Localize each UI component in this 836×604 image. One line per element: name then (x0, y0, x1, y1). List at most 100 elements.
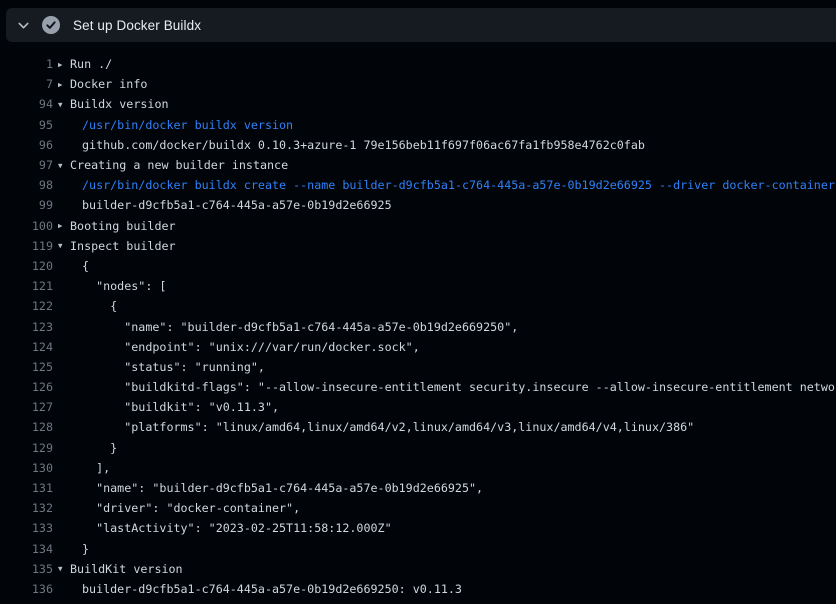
log-line-content: /usr/bin/docker buildx create --name bui… (58, 178, 836, 192)
log-group-toggle[interactable]: 94 ▼Buildx version (0, 94, 836, 114)
line-number[interactable]: 129 (0, 441, 53, 455)
log-line: 128 "platforms": "linux/amd64,linux/amd6… (0, 417, 836, 437)
log-line-content: /usr/bin/docker buildx version (58, 118, 836, 132)
line-number[interactable]: 1 (0, 57, 53, 71)
output-text: builder-d9cfb5a1-c764-445a-a57e-0b19d2e6… (82, 582, 462, 596)
output-text: "status": "running", (82, 360, 265, 374)
line-number[interactable]: 127 (0, 400, 53, 414)
log-line-content: } (58, 542, 836, 556)
line-number[interactable]: 126 (0, 380, 53, 394)
line-number[interactable]: 120 (0, 259, 53, 273)
log-line-content: } (58, 441, 836, 455)
group-title: Run ./ (70, 57, 112, 71)
command-text: /usr/bin/docker buildx version (82, 118, 293, 132)
line-number[interactable]: 7 (0, 77, 53, 91)
line-number[interactable]: 97 (0, 158, 53, 172)
group-title: Booting builder (70, 219, 176, 233)
line-number[interactable]: 131 (0, 481, 53, 495)
log-line: 126 "buildkitd-flags": "--allow-insecure… (0, 377, 836, 397)
line-number[interactable]: 119 (0, 239, 53, 253)
line-number[interactable]: 136 (0, 582, 53, 596)
line-number[interactable]: 135 (0, 562, 53, 576)
output-text: "buildkitd-flags": "--allow-insecure-ent… (82, 380, 836, 394)
log-line-content: ▼Inspect builder (58, 239, 836, 253)
log-group-toggle[interactable]: 7 ▶Docker info (0, 74, 836, 94)
line-number[interactable]: 132 (0, 501, 53, 515)
log-line: 133 "lastActivity": "2023-02-25T11:58:12… (0, 518, 836, 538)
log-line-content: "buildkit": "v0.11.3", (58, 400, 836, 414)
line-number[interactable]: 128 (0, 420, 53, 434)
line-number[interactable]: 121 (0, 279, 53, 293)
log-line-content: ▼Buildx version (58, 97, 836, 111)
log-group-toggle[interactable]: 1 ▶Run ./ (0, 54, 836, 74)
output-text: { (82, 299, 117, 313)
line-number[interactable]: 94 (0, 97, 53, 111)
log-line: 95 /usr/bin/docker buildx version (0, 115, 836, 135)
log-line: 130 ], (0, 458, 836, 478)
log-container: 1 ▶Run ./ 7 ▶Docker info 94 ▼Buildx vers… (0, 54, 836, 599)
line-number[interactable]: 134 (0, 542, 53, 556)
step-header[interactable]: Set up Docker Buildx (6, 8, 836, 42)
log-line: 96 github.com/docker/buildx 0.10.3+azure… (0, 135, 836, 155)
log-line: 136 builder-d9cfb5a1-c764-445a-a57e-0b19… (0, 579, 836, 599)
log-group-toggle[interactable]: 135 ▼BuildKit version (0, 559, 836, 579)
log-line-content: { (58, 259, 836, 273)
log-line: 127 "buildkit": "v0.11.3", (0, 397, 836, 417)
log-line: 98 /usr/bin/docker buildx create --name … (0, 175, 836, 195)
log-line-content: "status": "running", (58, 360, 836, 374)
log-line-content: ], (58, 461, 836, 475)
output-text: builder-d9cfb5a1-c764-445a-a57e-0b19d2e6… (82, 198, 392, 212)
log-line-content: ▶Booting builder (58, 219, 836, 233)
group-title: Docker info (70, 77, 147, 91)
output-text: "driver": "docker-container", (82, 501, 300, 515)
log-line-content: builder-d9cfb5a1-c764-445a-a57e-0b19d2e6… (58, 198, 836, 212)
log-group-toggle[interactable]: 100 ▶Booting builder (0, 216, 836, 236)
line-number[interactable]: 99 (0, 198, 53, 212)
output-text: "name": "builder-d9cfb5a1-c764-445a-a57e… (82, 320, 518, 334)
line-number[interactable]: 130 (0, 461, 53, 475)
collapse-arrow-icon[interactable]: ▼ (58, 564, 70, 573)
group-title: Creating a new builder instance (70, 158, 288, 172)
line-number[interactable]: 95 (0, 118, 53, 132)
log-line-content: "buildkitd-flags": "--allow-insecure-ent… (58, 380, 836, 394)
command-text: /usr/bin/docker buildx create --name bui… (82, 178, 835, 192)
log-line: 122 { (0, 296, 836, 316)
expand-arrow-icon[interactable]: ▶ (58, 80, 70, 89)
log-line-content: { (58, 299, 836, 313)
group-title: BuildKit version (70, 562, 183, 576)
log-line-content: "lastActivity": "2023-02-25T11:58:12.000… (58, 521, 836, 535)
log-group-toggle[interactable]: 97 ▼Creating a new builder instance (0, 155, 836, 175)
line-number[interactable]: 124 (0, 340, 53, 354)
collapse-arrow-icon[interactable]: ▼ (58, 161, 70, 170)
log-line-content: ▶Docker info (58, 77, 836, 91)
log-line: 99 builder-d9cfb5a1-c764-445a-a57e-0b19d… (0, 195, 836, 215)
output-text: } (82, 542, 89, 556)
line-number[interactable]: 133 (0, 521, 53, 535)
line-number[interactable]: 98 (0, 178, 53, 192)
expand-arrow-icon[interactable]: ▶ (58, 60, 70, 69)
log-line: 123 "name": "builder-d9cfb5a1-c764-445a-… (0, 316, 836, 336)
line-number[interactable]: 123 (0, 320, 53, 334)
output-text: "endpoint": "unix:///var/run/docker.sock… (82, 340, 420, 354)
step-title: Set up Docker Buildx (73, 18, 201, 33)
collapse-arrow-icon[interactable]: ▼ (58, 241, 70, 250)
line-number[interactable]: 100 (0, 219, 53, 233)
log-group-toggle[interactable]: 119 ▼Inspect builder (0, 236, 836, 256)
output-text: ], (82, 461, 110, 475)
line-number[interactable]: 125 (0, 360, 53, 374)
log-line: 131 "name": "builder-d9cfb5a1-c764-445a-… (0, 478, 836, 498)
group-title: Buildx version (70, 97, 169, 111)
output-text: "nodes": [ (82, 279, 166, 293)
log-line: 132 "driver": "docker-container", (0, 498, 836, 518)
line-number[interactable]: 96 (0, 138, 53, 152)
log-line-content: "nodes": [ (58, 279, 836, 293)
chevron-down-icon[interactable] (16, 18, 31, 33)
log-line: 134 } (0, 539, 836, 559)
log-line-content: "endpoint": "unix:///var/run/docker.sock… (58, 340, 836, 354)
output-text: { (82, 259, 89, 273)
log-line-content: ▼Creating a new builder instance (58, 158, 836, 172)
line-number[interactable]: 122 (0, 299, 53, 313)
output-text: "platforms": "linux/amd64,linux/amd64/v2… (82, 420, 694, 434)
collapse-arrow-icon[interactable]: ▼ (58, 100, 70, 109)
expand-arrow-icon[interactable]: ▶ (58, 221, 70, 230)
